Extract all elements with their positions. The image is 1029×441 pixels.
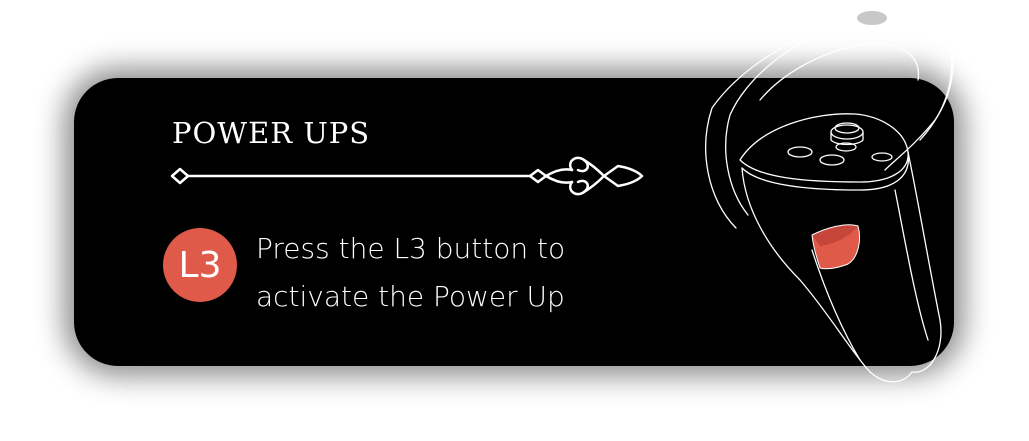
instruction-line-1: Press the L3 button to — [256, 232, 566, 265]
l3-button-badge: L3 — [163, 228, 237, 302]
instruction-line-2: activate the Power Up — [256, 280, 565, 313]
instruction-text: Press the L3 button to activate the Powe… — [256, 225, 676, 321]
panel-title: POWER UPS — [172, 116, 371, 150]
vr-controller-illustration — [705, 11, 954, 383]
ornamental-divider-icon — [170, 156, 644, 196]
badge-label: L3 — [178, 244, 222, 286]
